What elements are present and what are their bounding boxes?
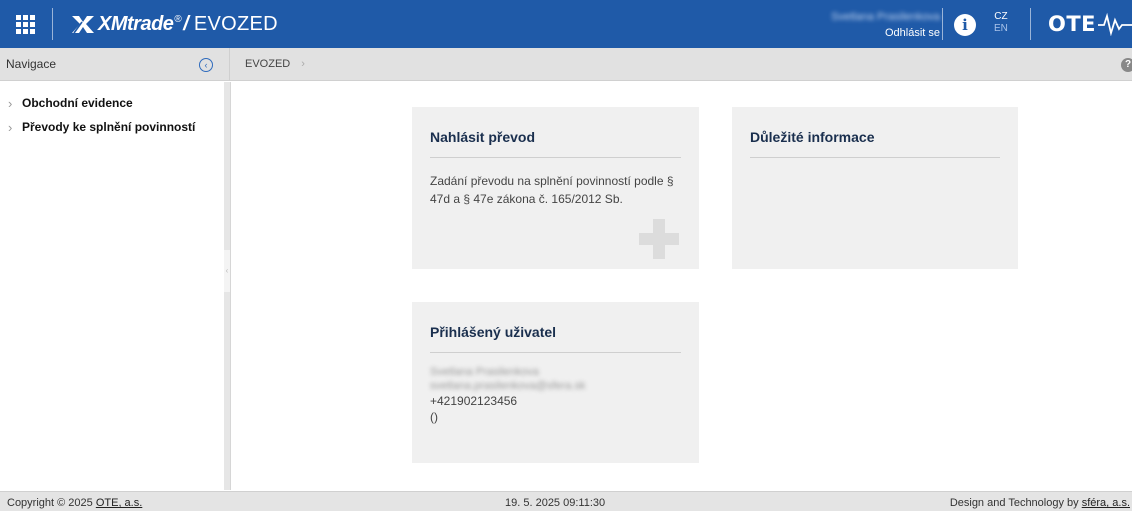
user-extra: () — [430, 410, 438, 424]
navigation-header: Navigace — [0, 48, 224, 81]
top-bar: XMtrade® / EVOZED Svetlana Prasilenkova … — [0, 0, 1132, 48]
info-icon[interactable]: i — [954, 14, 976, 36]
sub-header: Navigace ‹ EVOZED › ? — [0, 48, 1132, 81]
card-title: Nahlásit převod — [430, 129, 681, 158]
collapse-nav-icon[interactable]: ‹ — [199, 58, 213, 72]
topbar-divider — [52, 8, 53, 40]
navigation-title: Navigace — [6, 57, 57, 71]
lang-en[interactable]: EN — [994, 23, 1008, 35]
app-brand[interactable]: XMtrade® / EVOZED — [70, 9, 278, 39]
subbar-divider — [229, 48, 230, 81]
chevron-right-icon: › — [8, 119, 13, 135]
topbar-divider — [1030, 8, 1031, 40]
topbar-divider — [942, 8, 943, 40]
brand-name: XMtrade® — [98, 12, 182, 35]
plus-icon[interactable] — [637, 217, 681, 261]
chevron-right-icon: › — [8, 95, 13, 111]
content-divider — [230, 82, 231, 490]
ote-link[interactable]: OTE, a.s. — [96, 497, 142, 509]
brand-slash: / — [183, 12, 189, 35]
user-phone: +421902123456 — [430, 394, 518, 408]
card-logged-user: Přihlášený uživatel Svetlana Prasilenkov… — [412, 302, 699, 463]
ote-logo-text: OTE — [1048, 12, 1097, 36]
user-full-name: Svetlana Prasilenkova — [430, 366, 539, 378]
module-name: EVOZED — [193, 12, 278, 35]
ote-wave-icon — [1098, 12, 1132, 36]
user-name: Svetlana Prasilenkova — [831, 11, 940, 23]
card-report-transfer: Nahlásit převod Zadání převodu na splněn… — [412, 107, 699, 269]
copyright: Copyright © 2025 OTE, a.s. — [7, 497, 143, 509]
help-icon[interactable]: ? — [1121, 58, 1132, 72]
sidebar-item-label: Převody ke splnění povinností — [22, 120, 196, 134]
lang-cz[interactable]: CZ — [994, 11, 1008, 23]
app-grid-button[interactable] — [10, 9, 40, 39]
sfera-link[interactable]: sféra, a.s. — [1082, 497, 1130, 509]
sidebar: › Obchodní evidence › Převody ke splnění… — [0, 82, 224, 490]
user-block: Svetlana Prasilenkova Odhlásit se — [830, 11, 940, 39]
sidebar-item-prevody[interactable]: › Převody ke splnění povinností — [0, 115, 224, 139]
logout-link[interactable]: Odhlásit se — [830, 27, 940, 39]
design-credit: Design and Technology by sféra, a.s. — [949, 497, 1130, 509]
card-title: Přihlášený uživatel — [430, 324, 681, 353]
app-grid-icon — [15, 14, 35, 34]
breadcrumb-item[interactable]: EVOZED — [245, 58, 290, 70]
sidebar-item-obchodni-evidence[interactable]: › Obchodní evidence — [0, 91, 224, 115]
card-description: Zadání převodu na splnění povinností pod… — [430, 174, 674, 206]
user-details: Svetlana Prasilenkova svetlana.prasilenk… — [430, 365, 681, 425]
ote-logo: OTE — [1048, 11, 1132, 37]
xmtrade-logo-icon — [72, 16, 94, 34]
footer-datetime: 19. 5. 2025 09:11:30 — [505, 497, 606, 509]
footer: Copyright © 2025 OTE, a.s. 19. 5. 2025 0… — [0, 491, 1132, 511]
user-email: svetlana.prasilenkova@sfera.sk — [430, 380, 586, 392]
card-important-info: Důležité informace — [732, 107, 1018, 269]
chevron-right-icon: › — [301, 58, 305, 70]
sidebar-item-label: Obchodní evidence — [22, 96, 133, 110]
language-switch: CZ EN — [994, 11, 1008, 35]
breadcrumb: EVOZED › — [245, 48, 305, 81]
card-title: Důležité informace — [750, 129, 1000, 158]
registered-mark: ® — [174, 13, 182, 25]
